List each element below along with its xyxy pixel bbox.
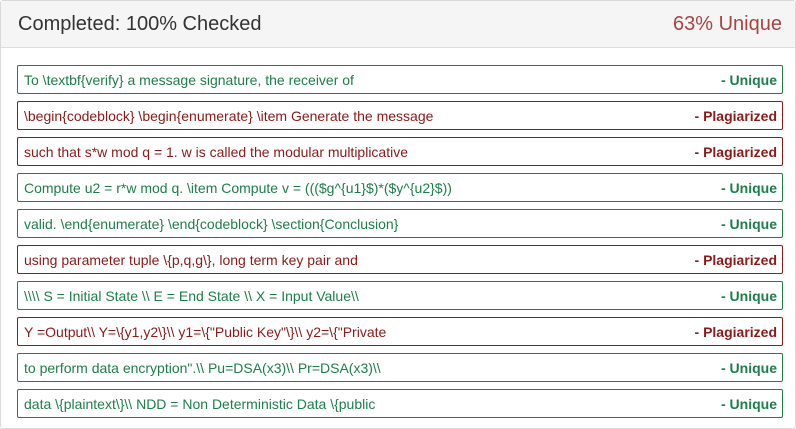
- result-row[interactable]: using parameter tuple \{p,q,g\}, long te…: [17, 245, 783, 274]
- sentence-text: such that s*w mod q = 1. w is called the…: [24, 143, 409, 160]
- result-row[interactable]: \\\\ S = Initial State \\ E = End State …: [17, 281, 783, 310]
- unique-status: - Unique: [721, 395, 777, 412]
- sentence-text: \begin{codeblock} \begin{enumerate} \ite…: [24, 107, 434, 124]
- result-row[interactable]: Y =Output\\ Y=\{y1,y2\}\\ y1=\{"Public K…: [17, 317, 783, 346]
- plagiarized-status: - Plagiarized: [694, 251, 777, 268]
- unique-percentage: 63% Unique: [673, 12, 782, 35]
- result-row[interactable]: \begin{codeblock} \begin{enumerate} \ite…: [17, 101, 783, 130]
- result-row[interactable]: data \{plaintext\}\\ NDD = Non Determini…: [17, 389, 783, 418]
- unique-status: - Unique: [721, 359, 777, 376]
- result-row[interactable]: Compute u2 = r*w mod q. \item Compute v …: [17, 173, 783, 202]
- results-panel: Completed: 100% Checked 63% Unique To \t…: [0, 0, 796, 429]
- plagiarized-status: - Plagiarized: [694, 323, 777, 340]
- result-row[interactable]: valid. \end{enumerate} \end{codeblock} \…: [17, 209, 783, 238]
- result-row[interactable]: To \textbf{verify} a message signature, …: [17, 65, 783, 94]
- sentence-text: to perform data encryption".\\ Pu=DSA(x3…: [24, 359, 381, 376]
- results-list: To \textbf{verify} a message signature, …: [17, 65, 783, 425]
- sentence-text: using parameter tuple \{p,q,g\}, long te…: [24, 251, 358, 268]
- unique-status: - Unique: [721, 287, 777, 304]
- sentence-text: valid. \end{enumerate} \end{codeblock} \…: [24, 215, 399, 232]
- unique-status: - Unique: [721, 179, 777, 196]
- sentence-text: To \textbf{verify} a message signature, …: [24, 71, 354, 88]
- result-row[interactable]: such that s*w mod q = 1. w is called the…: [17, 137, 783, 166]
- plagiarized-status: - Plagiarized: [694, 143, 777, 160]
- unique-status: - Unique: [721, 71, 777, 88]
- plagiarized-status: - Plagiarized: [694, 107, 777, 124]
- sentence-text: Y =Output\\ Y=\{y1,y2\}\\ y1=\{"Public K…: [24, 323, 387, 340]
- result-row[interactable]: to perform data encryption".\\ Pu=DSA(x3…: [17, 353, 783, 382]
- completion-status: Completed: 100% Checked: [18, 12, 262, 35]
- panel-header: Completed: 100% Checked 63% Unique: [1, 1, 795, 48]
- sentence-text: \\\\ S = Initial State \\ E = End State …: [24, 287, 359, 304]
- unique-status: - Unique: [721, 215, 777, 232]
- sentence-text: data \{plaintext\}\\ NDD = Non Determini…: [24, 395, 376, 412]
- sentence-text: Compute u2 = r*w mod q. \item Compute v …: [24, 179, 452, 196]
